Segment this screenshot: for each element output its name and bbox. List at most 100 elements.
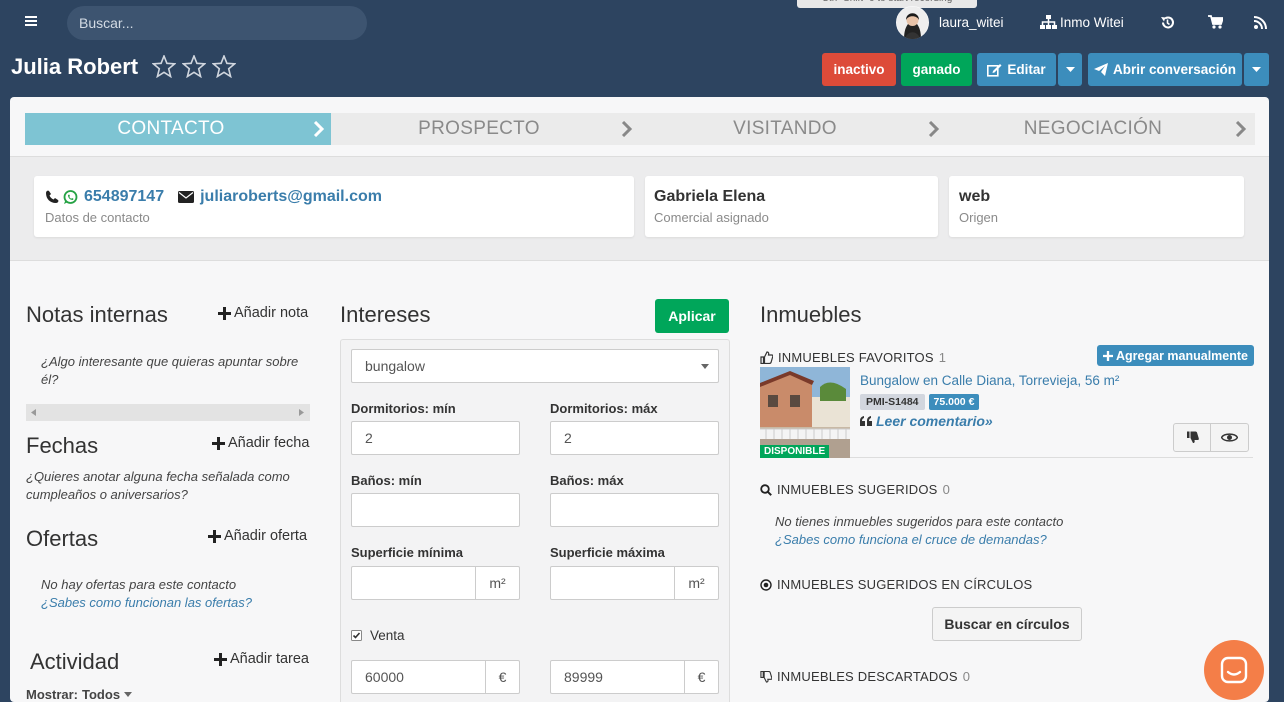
discarded-count: 0 xyxy=(962,669,971,684)
contact-card: CONTACTO PROSPECTO VISITANDO NEGOCIACIÓN… xyxy=(10,97,1269,702)
menu-icon[interactable] xyxy=(25,15,37,27)
inactive-button[interactable]: inactivo xyxy=(822,53,896,86)
area-min-label: Superficie mínima xyxy=(351,545,463,560)
suggested-count: 0 xyxy=(942,482,950,497)
paper-plane-icon xyxy=(1093,63,1108,76)
notes-scrollbar[interactable] xyxy=(26,404,310,421)
add-offer-button[interactable]: Añadir oferta xyxy=(208,528,307,544)
properties-title: Inmuebles xyxy=(760,302,862,327)
edit-icon xyxy=(987,63,1002,77)
discard-button[interactable] xyxy=(1174,424,1212,451)
open-chat-label: Abrir conversación xyxy=(1112,62,1237,77)
price-max-input[interactable]: 89999 € xyxy=(550,660,719,694)
dot-circle-icon xyxy=(760,578,772,591)
baths-min-input[interactable] xyxy=(351,493,520,527)
bedrooms-min-input[interactable]: 2 xyxy=(351,421,520,455)
apply-button[interactable]: Aplicar xyxy=(655,299,729,333)
step-negociacion[interactable]: NEGOCIACIÓN xyxy=(943,113,1243,145)
suggested-label: INMUEBLES SUGERIDOS xyxy=(777,482,938,497)
caret-down-icon xyxy=(701,364,709,369)
step-contacto[interactable]: CONTACTO xyxy=(25,113,317,145)
read-comment-link[interactable]: Leer comentario» xyxy=(860,413,993,429)
property-title-link[interactable]: Bungalow en Calle Diana, Torrevieja, 56 … xyxy=(860,373,1119,388)
suggested-help-link[interactable]: ¿Sabes como funciona el cruce de demanda… xyxy=(775,531,1047,549)
star-icon[interactable] xyxy=(152,55,176,78)
chat-dropdown-button[interactable] xyxy=(1244,53,1269,86)
sale-checkbox[interactable] xyxy=(351,630,362,641)
search-circles-button[interactable]: Buscar en círculos xyxy=(932,607,1082,641)
price-max-value: 89999 xyxy=(564,669,603,685)
favorites-count: 1 xyxy=(938,350,947,365)
open-chat-button[interactable]: Abrir conversación xyxy=(1088,53,1242,86)
scroll-right-icon[interactable] xyxy=(299,409,304,416)
plus-icon xyxy=(212,436,225,450)
baths-max-input[interactable] xyxy=(550,493,719,527)
property-tags: PMI-S1484 75.000 € xyxy=(860,394,980,410)
caret-down-icon xyxy=(124,692,133,697)
email-link[interactable]: juliaroberts@gmail.com xyxy=(200,188,382,206)
scroll-left-icon[interactable] xyxy=(31,409,36,416)
quote-icon xyxy=(860,416,872,426)
discarded-label: INMUEBLES DESCARTADOS xyxy=(777,669,958,684)
edit-dropdown-button[interactable] xyxy=(1058,53,1082,86)
filter-value: Todos xyxy=(82,687,121,702)
property-type-value: bungalow xyxy=(365,358,425,374)
price-min-value: 60000 xyxy=(365,669,404,685)
agent-name[interactable]: Gabriela Elena xyxy=(654,188,765,206)
add-task-button[interactable]: Añadir tarea xyxy=(214,651,309,667)
step-visitando[interactable]: VISITANDO xyxy=(637,113,933,145)
star-icon[interactable] xyxy=(212,55,236,78)
property-photo[interactable]: DISPONIBLE xyxy=(760,367,850,458)
add-manual-button[interactable]: Agregar manualmente xyxy=(1097,345,1254,366)
property-ref-badge: PMI-S1484 xyxy=(860,394,925,410)
company-name[interactable]: Inmo Witei xyxy=(1060,15,1124,30)
rating-stars[interactable] xyxy=(152,55,236,78)
cart-icon[interactable] xyxy=(1208,15,1223,29)
sale-checkbox-row[interactable]: Venta xyxy=(351,628,405,643)
envelope-icon xyxy=(178,191,195,203)
property-type-select[interactable]: bungalow xyxy=(351,349,719,383)
circles-header: INMUEBLES SUGERIDOS EN CÍRCULOS xyxy=(760,577,1032,592)
price-max-currency: € xyxy=(684,661,718,693)
bedrooms-max-label: Dormitorios: máx xyxy=(550,401,658,416)
agent-info-box: Gabriela Elena Comercial asignado xyxy=(645,176,938,237)
view-button[interactable] xyxy=(1211,424,1248,451)
activity-filter[interactable]: Mostrar: Todos xyxy=(26,687,133,702)
discarded-header: INMUEBLES DESCARTADOS 0 xyxy=(760,669,970,684)
origin-info-box: web Origen xyxy=(949,176,1244,237)
won-button[interactable]: ganado xyxy=(901,53,972,86)
area-min-input[interactable]: m² xyxy=(351,566,520,600)
activity-title: Actividad xyxy=(30,649,120,674)
step-prospecto[interactable]: PROSPECTO xyxy=(331,113,627,145)
caret-down-icon xyxy=(1065,67,1075,72)
add-manual-label: Agregar manualmente xyxy=(1116,348,1248,363)
notes-textarea[interactable]: ¿Algo interesante que quieras apuntar so… xyxy=(41,353,309,389)
avatar[interactable] xyxy=(896,6,929,39)
status-badge: DISPONIBLE xyxy=(760,445,830,458)
bedrooms-min-label: Dormitorios: mín xyxy=(351,401,456,416)
sitemap-icon xyxy=(1040,15,1057,29)
phone-icon xyxy=(46,190,59,203)
property-price-badge: 75.000 € xyxy=(928,394,980,410)
phone-link[interactable]: 654897147 xyxy=(84,188,164,206)
price-min-input[interactable]: 60000 € xyxy=(351,660,520,694)
add-date-button[interactable]: Añadir fecha xyxy=(212,435,309,451)
suggested-header: INMUEBLES SUGERIDOS 0 xyxy=(760,482,950,497)
thumbs-down-icon xyxy=(760,670,772,683)
area-max-input[interactable]: m² xyxy=(550,566,719,600)
offers-help-link[interactable]: ¿Sabes como funcionan las ofertas? xyxy=(41,594,252,612)
pipeline-steps: CONTACTO PROSPECTO VISITANDO NEGOCIACIÓN xyxy=(25,113,1255,145)
feed-icon[interactable] xyxy=(1254,16,1267,29)
history-icon[interactable] xyxy=(1160,15,1175,30)
chevron-right-icon xyxy=(928,121,940,137)
bedrooms-max-input[interactable]: 2 xyxy=(550,421,719,455)
user-name[interactable]: laura_witei xyxy=(939,15,1004,30)
edit-button[interactable]: Editar xyxy=(977,53,1056,86)
chat-launcher[interactable] xyxy=(1204,640,1264,700)
search-input[interactable] xyxy=(67,6,367,40)
suggested-empty: No tienes inmuebles sugeridos para este … xyxy=(775,514,1064,529)
add-date-label: Añadir fecha xyxy=(228,435,310,451)
add-note-button[interactable]: Añadir nota xyxy=(218,305,308,321)
contact-name: Julia Robert xyxy=(11,54,139,79)
star-icon[interactable] xyxy=(182,55,206,78)
